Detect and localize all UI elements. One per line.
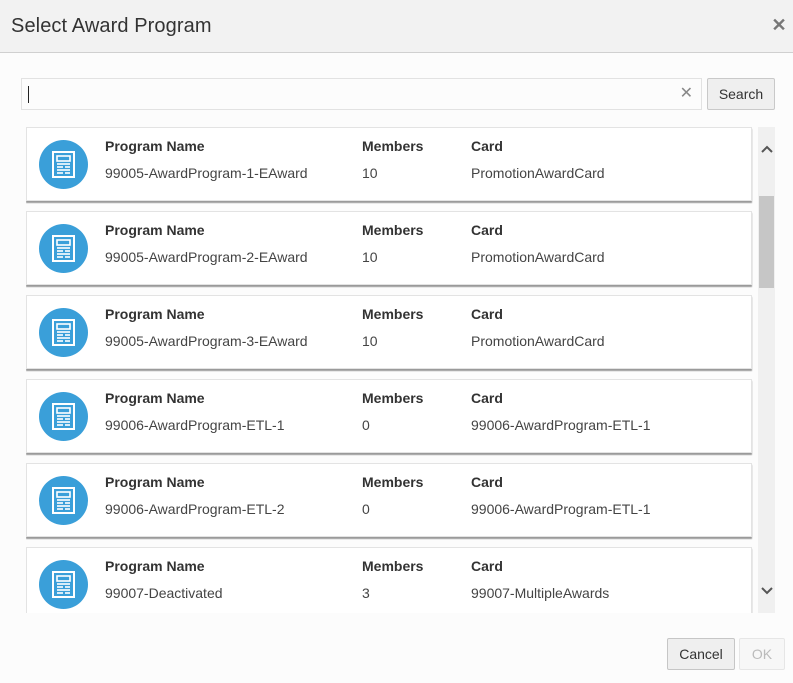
scroll-down-icon[interactable] bbox=[758, 581, 775, 601]
document-icon bbox=[39, 392, 88, 441]
program-name-value: 99005-AwardProgram-1-EAward bbox=[105, 165, 308, 181]
card-label: Card bbox=[471, 138, 503, 154]
program-name-label: Program Name bbox=[105, 558, 205, 574]
program-name-label: Program Name bbox=[105, 306, 205, 322]
document-icon bbox=[39, 140, 88, 189]
members-label: Members bbox=[362, 306, 424, 322]
program-name-label: Program Name bbox=[105, 390, 205, 406]
dialog-title: Select Award Program bbox=[11, 15, 212, 37]
scroll-up-icon[interactable] bbox=[758, 139, 775, 159]
members-value: 0 bbox=[362, 417, 370, 433]
card-label: Card bbox=[471, 222, 503, 238]
members-label: Members bbox=[362, 138, 424, 154]
members-value: 10 bbox=[362, 249, 378, 265]
program-name-value: 99005-AwardProgram-3-EAward bbox=[105, 333, 308, 349]
program-list-item[interactable]: Program Name 99006-AwardProgram-ETL-2 Me… bbox=[26, 463, 752, 537]
scrollbar-thumb[interactable] bbox=[759, 196, 774, 288]
card-label: Card bbox=[471, 474, 503, 490]
document-icon bbox=[39, 224, 88, 273]
card-label: Card bbox=[471, 390, 503, 406]
program-list-item[interactable]: Program Name 99005-AwardProgram-1-EAward… bbox=[26, 127, 752, 201]
program-name-value: 99006-AwardProgram-ETL-2 bbox=[105, 501, 285, 517]
program-name-value: 99006-AwardProgram-ETL-1 bbox=[105, 417, 285, 433]
members-label: Members bbox=[362, 390, 424, 406]
program-list-item[interactable]: Program Name 99005-AwardProgram-3-EAward… bbox=[26, 295, 752, 369]
members-value: 3 bbox=[362, 585, 370, 601]
program-name-label: Program Name bbox=[105, 474, 205, 490]
search-field[interactable]: ✕ bbox=[21, 78, 702, 110]
search-button[interactable]: Search bbox=[707, 78, 775, 110]
members-value: 10 bbox=[362, 333, 378, 349]
program-list-item[interactable]: Program Name 99005-AwardProgram-2-EAward… bbox=[26, 211, 752, 285]
members-label: Members bbox=[362, 222, 424, 238]
program-list-item[interactable]: Program Name 99007-Deactivated Members 3… bbox=[26, 547, 752, 613]
cancel-button[interactable]: Cancel bbox=[667, 638, 735, 670]
clear-icon[interactable]: ✕ bbox=[680, 85, 693, 103]
program-list: Program Name 99005-AwardProgram-1-EAward… bbox=[26, 127, 753, 613]
card-label: Card bbox=[471, 558, 503, 574]
card-value: PromotionAwardCard bbox=[471, 333, 605, 349]
close-icon[interactable]: ✕ bbox=[771, 16, 787, 34]
program-name-label: Program Name bbox=[105, 222, 205, 238]
members-value: 0 bbox=[362, 501, 370, 517]
card-value: PromotionAwardCard bbox=[471, 249, 605, 265]
card-value: 99007-MultipleAwards bbox=[471, 585, 610, 601]
members-label: Members bbox=[362, 558, 424, 574]
program-name-label: Program Name bbox=[105, 138, 205, 154]
program-list-item[interactable]: Program Name 99006-AwardProgram-ETL-1 Me… bbox=[26, 379, 752, 453]
ok-button[interactable]: OK bbox=[739, 638, 785, 670]
members-label: Members bbox=[362, 474, 424, 490]
document-icon bbox=[39, 308, 88, 357]
program-name-value: 99005-AwardProgram-2-EAward bbox=[105, 249, 308, 265]
text-caret bbox=[28, 86, 29, 103]
card-label: Card bbox=[471, 306, 503, 322]
select-award-program-dialog: Select Award Program ✕ ✕ Search Program … bbox=[0, 0, 793, 683]
list-scrollbar[interactable] bbox=[758, 127, 775, 613]
dialog-header: Select Award Program ✕ bbox=[0, 0, 793, 53]
search-input[interactable] bbox=[26, 81, 676, 107]
members-value: 10 bbox=[362, 165, 378, 181]
document-icon bbox=[39, 560, 88, 609]
card-value: 99006-AwardProgram-ETL-1 bbox=[471, 417, 651, 433]
document-icon bbox=[39, 476, 88, 525]
card-value: 99006-AwardProgram-ETL-1 bbox=[471, 501, 651, 517]
card-value: PromotionAwardCard bbox=[471, 165, 605, 181]
program-name-value: 99007-Deactivated bbox=[105, 585, 223, 601]
